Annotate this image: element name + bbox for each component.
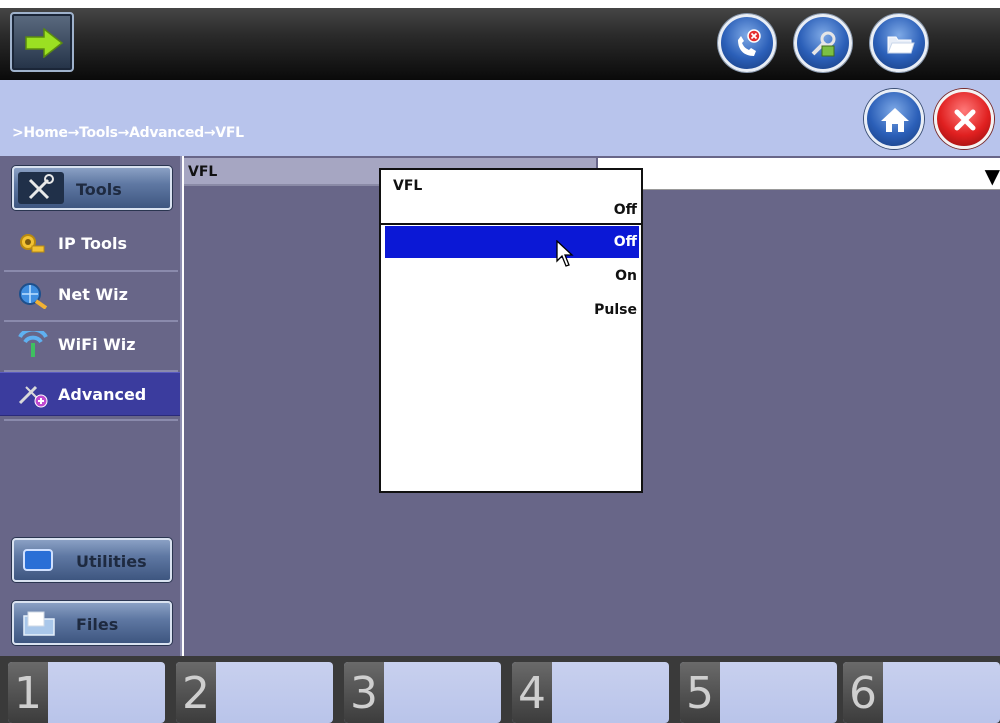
wifi-wiz-icon — [16, 327, 50, 359]
close-icon — [954, 109, 976, 131]
sidebar-item-label: WiFi Wiz — [58, 335, 136, 354]
function-key-4[interactable]: 4 — [512, 662, 669, 723]
sidebar-tools-label: Tools — [76, 180, 122, 199]
mouse-cursor-icon — [556, 240, 574, 267]
open-files-button[interactable] — [870, 14, 928, 72]
sidebar-tools-button[interactable]: Tools — [12, 166, 172, 210]
phone-disconnect-icon — [738, 29, 761, 56]
breadcrumb-bar — [0, 80, 1000, 156]
forward-arrow-icon — [25, 28, 64, 58]
advanced-icon — [16, 381, 50, 409]
net-wiz-icon — [16, 281, 50, 310]
popup-title: VFL — [393, 178, 423, 194]
function-key-3[interactable]: 3 — [344, 662, 501, 723]
files-icon — [18, 607, 64, 639]
home-button[interactable] — [864, 89, 924, 149]
sidebar-item-label: Advanced — [58, 385, 147, 404]
home-icon — [881, 108, 909, 132]
folder-open-icon — [887, 36, 915, 54]
sidebar-utilities-button[interactable]: Utilities — [12, 538, 172, 582]
sidebar-item-wifi-wiz[interactable]: WiFi Wiz — [0, 323, 180, 367]
sidebar-utilities-label: Utilities — [76, 552, 147, 571]
popup-current-value: Off — [613, 202, 637, 218]
sidebar-item-label: IP Tools — [58, 234, 128, 253]
option-off[interactable]: Off — [385, 226, 639, 258]
sidebar-item-advanced[interactable]: Advanced — [0, 372, 180, 416]
option-on[interactable]: On — [385, 260, 639, 292]
tools-icon — [18, 172, 64, 204]
breadcrumb: >Home→Tools→Advanced→VFL — [12, 125, 244, 141]
sidebar-files-button[interactable]: Files — [12, 601, 172, 645]
sidebar-item-ip-tools[interactable]: IP Tools — [0, 222, 180, 266]
function-key-6[interactable]: 6 — [843, 662, 1000, 723]
tools-button[interactable] — [794, 14, 852, 72]
vfl-label: VFL — [188, 164, 218, 180]
forward-button[interactable] — [10, 12, 74, 72]
disconnect-button[interactable] — [718, 14, 776, 72]
vfl-dropdown-popup: VFL Off Off On Pulse — [379, 168, 643, 493]
sidebar-item-label: Net Wiz — [58, 285, 128, 304]
function-key-1[interactable]: 1 — [8, 662, 165, 723]
title-bar — [0, 0, 1000, 80]
sidebar-files-label: Files — [76, 615, 119, 634]
sidebar: Tools IP Tools Net Wiz WiFi Wiz Advanced… — [0, 156, 182, 656]
vfl-select[interactable]: ▼ — [598, 158, 1000, 190]
ip-tools-icon — [16, 230, 50, 258]
tools-settings-icon — [811, 31, 836, 57]
function-key-2[interactable]: 2 — [176, 662, 333, 723]
dropdown-arrow-icon: ▼ — [984, 164, 1000, 188]
close-button[interactable] — [934, 89, 994, 149]
function-key-5[interactable]: 5 — [680, 662, 837, 723]
function-key-bar: 1 2 3 4 5 6 — [0, 656, 1000, 723]
option-pulse[interactable]: Pulse — [385, 294, 639, 326]
sidebar-item-net-wiz[interactable]: Net Wiz — [0, 273, 180, 317]
monitor-icon — [18, 544, 64, 576]
